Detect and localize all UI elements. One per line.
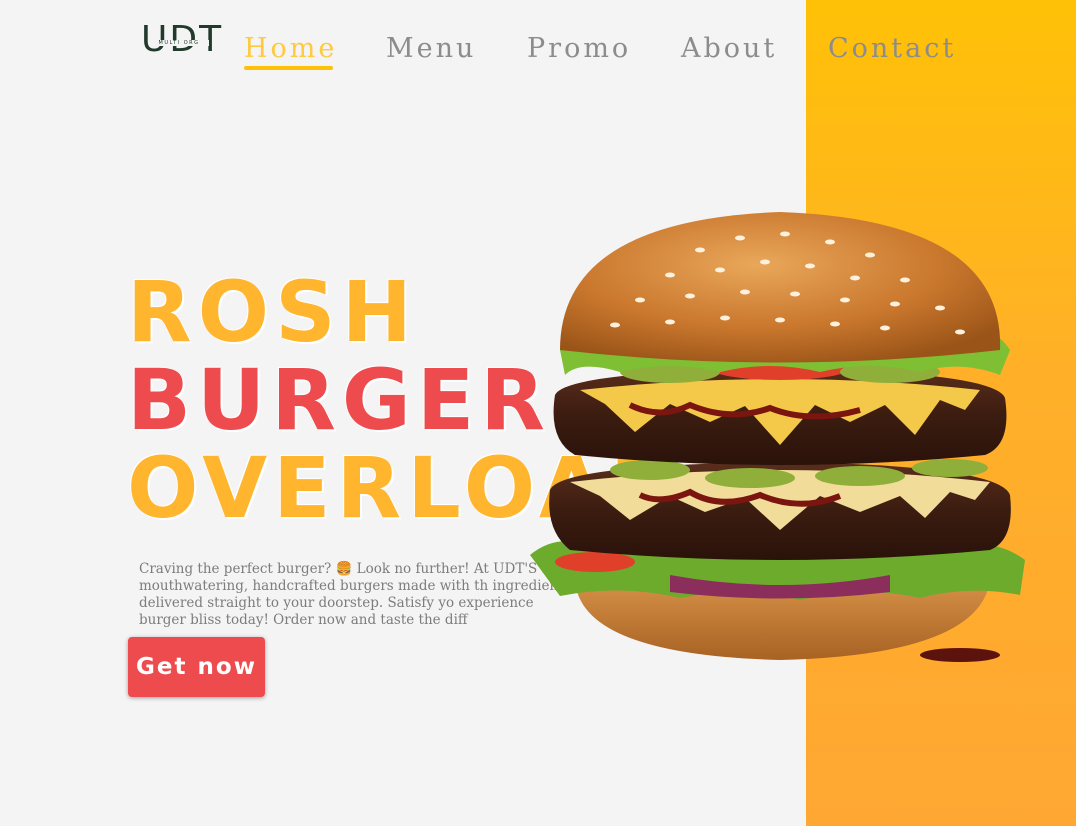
- logo[interactable]: UDT MULTI ORG: [141, 19, 221, 61]
- nav-promo[interactable]: Promo: [527, 30, 631, 68]
- nav-about[interactable]: About: [681, 30, 777, 68]
- hero-description: Craving the perfect burger? 🍔 Look no fu…: [139, 560, 579, 628]
- nav-menu[interactable]: Menu: [386, 30, 476, 68]
- nav-contact[interactable]: Contact: [828, 30, 956, 68]
- nav-home[interactable]: Home: [244, 30, 337, 68]
- burger-image: [530, 212, 1025, 662]
- get-now-button[interactable]: Get now: [128, 637, 265, 697]
- active-nav-indicator: [244, 66, 333, 70]
- logo-subtext: MULTI ORG: [149, 40, 209, 46]
